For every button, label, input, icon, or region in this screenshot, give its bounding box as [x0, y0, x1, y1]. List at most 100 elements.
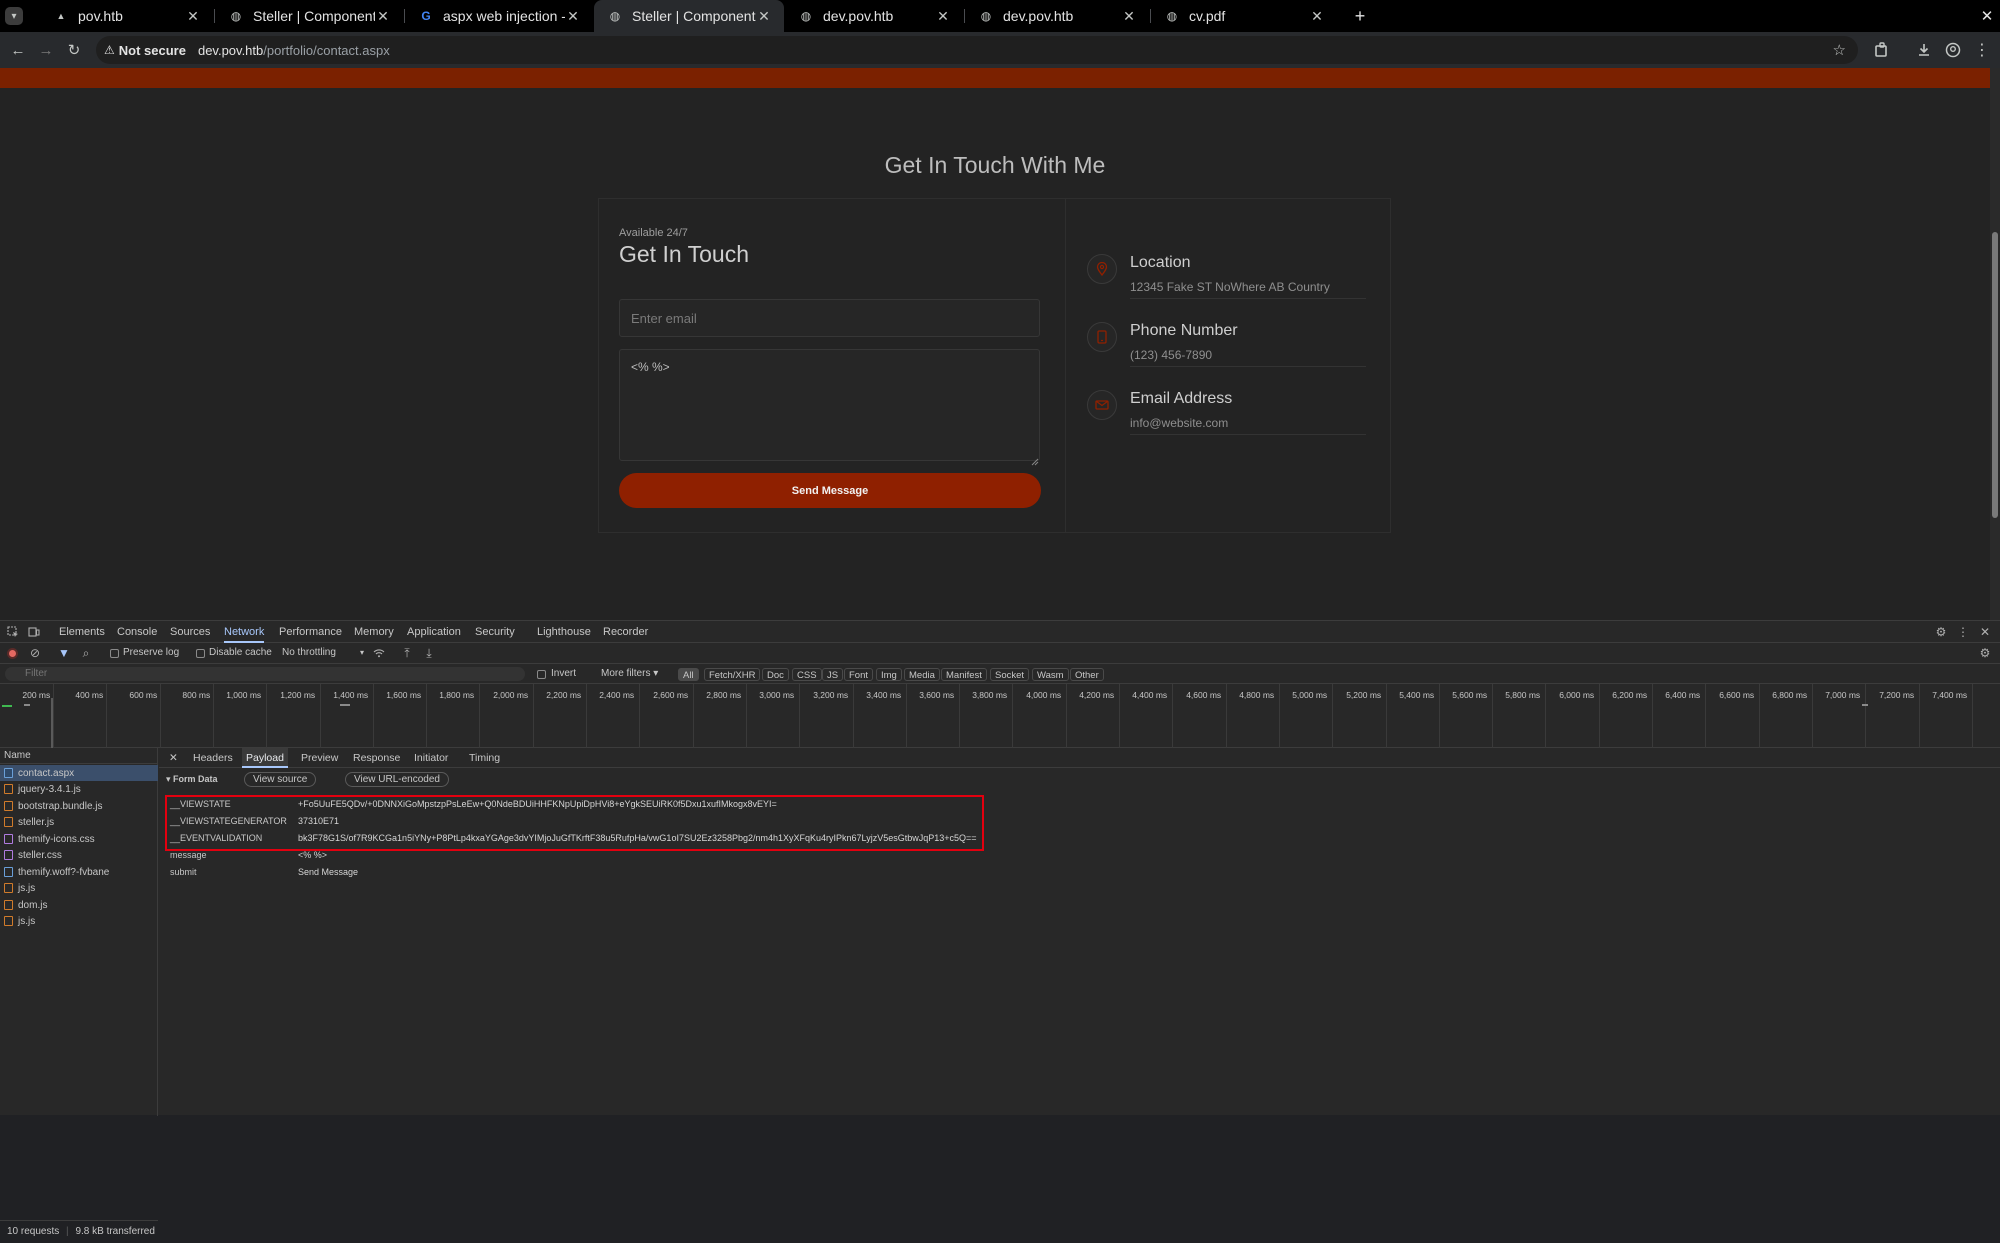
filter-type-js[interactable]: JS: [822, 668, 844, 681]
network-settings-gear-icon[interactable]: ⚙: [1978, 646, 1992, 660]
filter-type-fetch-xhr[interactable]: Fetch/XHR: [704, 668, 761, 681]
request-row[interactable]: bootstrap.bundle.js: [0, 798, 158, 814]
filter-type-img[interactable]: Img: [876, 668, 902, 681]
bookmark-star-icon[interactable]: ☆: [1833, 41, 1846, 59]
timeline-tick-label: 7,200 ms: [1879, 690, 1915, 700]
devtools-menu-icon[interactable]: ⋮: [1956, 625, 1970, 639]
devtools-tab-recorder[interactable]: Recorder: [603, 621, 648, 643]
filter-type-css[interactable]: CSS: [792, 668, 822, 681]
browser-tab-cv-pdf[interactable]: ◍ cv.pdf ✕: [1151, 0, 1337, 32]
new-tab-button[interactable]: +: [1350, 6, 1370, 26]
devtools-tab-performance[interactable]: Performance: [279, 621, 342, 643]
filter-type-other[interactable]: Other: [1070, 668, 1104, 681]
close-window-icon[interactable]: ✕: [1978, 7, 1996, 25]
devtools-close-icon[interactable]: ✕: [1978, 625, 1992, 639]
form-data-toggle[interactable]: ▾ Form Data: [166, 774, 218, 785]
filter-type-manifest[interactable]: Manifest: [941, 668, 987, 681]
close-tab-icon[interactable]: ✕: [565, 8, 581, 25]
close-tab-icon[interactable]: ✕: [1121, 8, 1137, 25]
extensions-puzzle-icon[interactable]: [1872, 40, 1892, 60]
inspect-element-icon[interactable]: [6, 625, 20, 639]
browser-tab-google-search[interactable]: G aspx web injection - Google Search ✕: [405, 0, 593, 32]
filter-type-media[interactable]: Media: [904, 668, 940, 681]
view-source-button[interactable]: View source: [244, 772, 317, 787]
tab-search-button[interactable]: ▾: [5, 7, 23, 25]
filter-type-font[interactable]: Font: [844, 668, 874, 681]
detail-tab-payload[interactable]: Payload: [242, 748, 288, 768]
filter-type-doc[interactable]: Doc: [762, 668, 789, 681]
close-detail-icon[interactable]: ✕: [165, 748, 182, 768]
more-filters-dropdown[interactable]: More filters ▾: [601, 668, 658, 679]
timeline-tick-label: 3,000 ms: [759, 690, 795, 700]
record-stop-icon[interactable]: [7, 648, 18, 659]
detail-tab-response[interactable]: Response: [349, 748, 404, 768]
clear-log-icon[interactable]: ⊘: [29, 646, 41, 660]
request-row[interactable]: dom.js: [0, 897, 158, 913]
downloads-icon[interactable]: [1914, 40, 1934, 60]
detail-tab-preview[interactable]: Preview: [297, 748, 342, 768]
device-toolbar-icon[interactable]: [27, 625, 41, 639]
forward-arrow-icon[interactable]: →: [36, 40, 56, 60]
browser-tab-dev-pov-1[interactable]: ◍ dev.pov.htb ✕: [785, 0, 963, 32]
back-arrow-icon[interactable]: ←: [8, 40, 28, 60]
textarea-resize-handle[interactable]: [1031, 453, 1039, 466]
detail-tab-timing[interactable]: Timing: [465, 748, 504, 768]
browser-tab-steller-active[interactable]: ◍ Steller | Components ✕: [594, 0, 784, 32]
request-row[interactable]: contact.aspx: [0, 765, 158, 781]
filter-type-wasm[interactable]: Wasm: [1032, 668, 1069, 681]
view-url-encoded-button[interactable]: View URL-encoded: [345, 772, 449, 787]
network-timeline-overview[interactable]: 200 ms 400 ms 600 ms 800 ms 1,000 ms 1,200 ms…: [0, 684, 2000, 748]
invert-checkbox[interactable]: [537, 670, 546, 679]
close-tab-icon[interactable]: ✕: [756, 8, 772, 25]
filter-input[interactable]: [5, 667, 525, 681]
devtools-tab-console[interactable]: Console: [117, 621, 157, 643]
script-file-icon: [4, 801, 13, 811]
filter-funnel-icon[interactable]: ▼: [58, 646, 70, 660]
request-row[interactable]: steller.css: [0, 847, 158, 863]
devtools-tab-elements[interactable]: Elements: [59, 621, 105, 643]
disable-cache-checkbox[interactable]: [196, 649, 205, 658]
devtools-tab-sources[interactable]: Sources: [170, 621, 210, 643]
name-column-header[interactable]: Name: [0, 748, 158, 764]
throttling-select[interactable]: No throttling ▾: [278, 646, 366, 661]
close-tab-icon[interactable]: ✕: [1309, 8, 1325, 25]
request-row[interactable]: steller.js: [0, 814, 158, 830]
filter-type-socket[interactable]: Socket: [990, 668, 1030, 681]
devtools-tab-lighthouse[interactable]: Lighthouse: [537, 621, 591, 643]
reload-icon[interactable]: ↻: [64, 40, 84, 60]
search-icon[interactable]: ⌕: [80, 646, 92, 660]
devtools-tab-network[interactable]: Network: [224, 621, 265, 643]
devtools-tab-application[interactable]: Application: [407, 621, 461, 643]
devtools-tab-memory[interactable]: Memory: [354, 621, 394, 643]
export-har-icon[interactable]: ⤓: [423, 646, 435, 660]
browser-tab-pov[interactable]: ▲ pov.htb ✕: [40, 0, 213, 32]
security-indicator[interactable]: ⚠ Not secure: [104, 43, 186, 58]
network-conditions-wifi-icon[interactable]: [372, 647, 386, 659]
devtools-tab-security[interactable]: Security: [475, 621, 515, 643]
import-har-icon[interactable]: ⤒: [401, 646, 413, 660]
close-tab-icon[interactable]: ✕: [375, 8, 391, 25]
request-row[interactable]: themify-icons.css: [0, 831, 158, 847]
email-field[interactable]: [619, 299, 1040, 337]
address-bar[interactable]: ⚠ Not secure dev.pov.htb/portfolio/conta…: [96, 36, 1858, 64]
request-row[interactable]: themify.woff?-fvbane: [0, 864, 158, 880]
profile-avatar-icon[interactable]: [1943, 40, 1963, 60]
timeline-load-marker: [51, 698, 53, 748]
devtools-settings-gear-icon[interactable]: ⚙: [1934, 625, 1948, 639]
browser-tab-steller-1[interactable]: ◍ Steller | Components ✕: [215, 0, 403, 32]
request-row[interactable]: jquery-3.4.1.js: [0, 781, 158, 797]
browser-menu-icon[interactable]: ⋮: [1972, 40, 1992, 60]
close-tab-icon[interactable]: ✕: [935, 8, 951, 25]
close-tab-icon[interactable]: ✕: [185, 8, 201, 25]
request-row[interactable]: js.js: [0, 880, 158, 896]
timeline-tick-label: 4,000 ms: [1026, 690, 1062, 700]
detail-tab-initiator[interactable]: Initiator: [410, 748, 452, 768]
browser-tab-dev-pov-2[interactable]: ◍ dev.pov.htb ✕: [965, 0, 1149, 32]
page-scrollbar-thumb[interactable]: [1992, 232, 1998, 518]
detail-tab-headers[interactable]: Headers: [189, 748, 237, 768]
message-field[interactable]: <% %>: [619, 349, 1040, 461]
preserve-log-checkbox[interactable]: [110, 649, 119, 658]
filter-type-all[interactable]: All: [678, 668, 699, 681]
request-row[interactable]: js.js: [0, 913, 158, 929]
send-message-button[interactable]: Send Message: [619, 473, 1041, 508]
